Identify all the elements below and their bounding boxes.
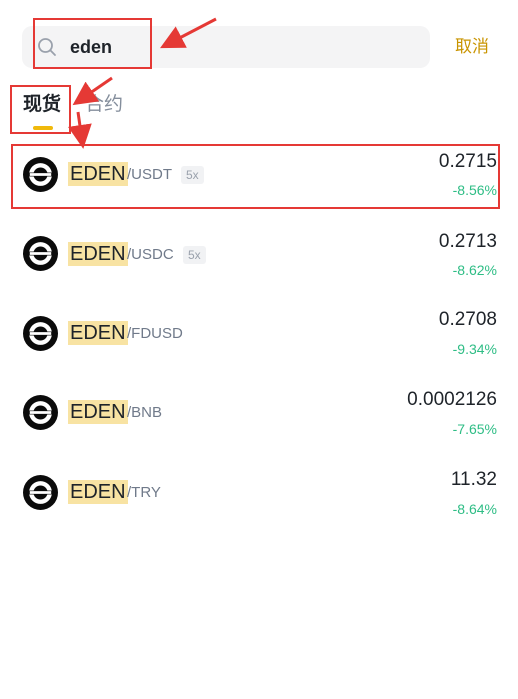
quote-asset: /USDC bbox=[127, 246, 174, 263]
price-change: -7.65% bbox=[452, 421, 497, 437]
last-price: 0.2708 bbox=[438, 309, 497, 330]
last-price: 0.0002126 bbox=[407, 389, 497, 410]
eden-coin-icon bbox=[23, 236, 58, 271]
result-row-eden-usdc[interactable]: EDEN /USDC 5x 0.2713 -8.62% bbox=[0, 222, 518, 292]
base-asset: EDEN bbox=[68, 321, 128, 345]
last-price: 11.32 bbox=[450, 469, 497, 490]
last-price: 0.2713 bbox=[438, 231, 497, 252]
result-row-eden-try[interactable]: EDEN /TRY 11.32 -8.64% bbox=[0, 462, 518, 532]
cancel-button[interactable]: 取消 bbox=[455, 36, 489, 58]
leverage-badge: 5x bbox=[183, 246, 206, 264]
annotation-box-row bbox=[11, 144, 500, 209]
quote-asset: /BNB bbox=[127, 404, 163, 421]
base-asset: EDEN bbox=[68, 242, 128, 266]
annotation-box-tab bbox=[10, 85, 71, 134]
result-row-eden-fdusd[interactable]: EDEN /FDUSD 0.2708 -9.34% bbox=[0, 302, 518, 372]
tab-contract[interactable]: 合约 bbox=[85, 92, 123, 116]
result-row-eden-bnb[interactable]: EDEN /BNB 0.0002126 -7.65% bbox=[0, 382, 518, 452]
eden-coin-icon bbox=[23, 475, 58, 510]
annotation-box-search bbox=[33, 18, 152, 69]
price-change: -8.62% bbox=[452, 262, 497, 278]
price-change: -9.34% bbox=[452, 341, 497, 357]
eden-coin-icon bbox=[23, 316, 58, 351]
base-asset: EDEN bbox=[68, 480, 128, 504]
base-asset: EDEN bbox=[68, 400, 128, 424]
eden-coin-icon bbox=[23, 395, 58, 430]
quote-asset: /TRY bbox=[127, 484, 161, 501]
annotation-arrow-row bbox=[67, 111, 92, 149]
quote-asset: /FDUSD bbox=[127, 325, 183, 342]
price-change: -8.64% bbox=[452, 501, 497, 517]
